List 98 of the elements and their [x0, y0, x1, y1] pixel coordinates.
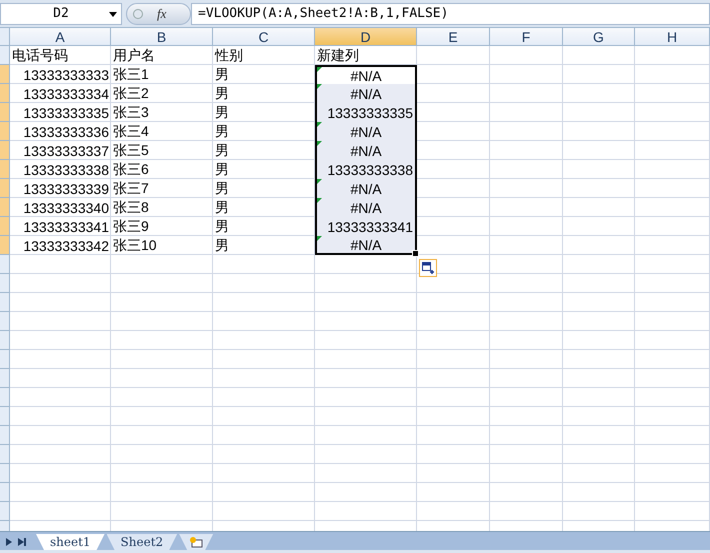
table-cell: #N/A — [315, 84, 417, 103]
table-cell-text: 13333333339 — [22, 180, 110, 198]
select-all-corner[interactable] — [0, 28, 10, 46]
table-cell-text: 13333333335 — [22, 104, 110, 122]
sheet-tab[interactable]: sheet1 — [36, 534, 105, 550]
column-header[interactable]: F — [490, 28, 563, 46]
table-cell-text: 男 — [214, 217, 230, 236]
error-indicator-icon — [317, 122, 322, 127]
autofill-icon — [422, 262, 434, 274]
row-header[interactable] — [0, 274, 10, 293]
row-header[interactable] — [0, 141, 10, 160]
table-cell-text: 张三7 — [112, 179, 150, 198]
error-indicator-icon — [317, 67, 322, 72]
row-header[interactable] — [0, 198, 10, 217]
row-header[interactable] — [0, 426, 10, 445]
row-header[interactable] — [0, 388, 10, 407]
error-indicator-icon — [317, 179, 322, 184]
table-cell-text: 电话号码 — [11, 46, 69, 64]
table-cell-text: 13333333334 — [22, 84, 110, 103]
error-indicator-icon — [317, 141, 322, 146]
row-header[interactable] — [0, 122, 10, 141]
last-sheet-icon[interactable] — [18, 538, 26, 546]
new-sheet-icon — [189, 536, 204, 548]
table-cell: #N/A — [315, 65, 417, 84]
table-cell: 13333333338 — [315, 160, 417, 179]
table-cell-text: 男 — [214, 236, 230, 254]
row-header[interactable] — [0, 255, 10, 274]
table-cell: 13333333341 — [315, 217, 417, 236]
table-cell-text: 男 — [214, 122, 230, 140]
dropdown-icon[interactable] — [109, 12, 117, 16]
row-header[interactable] — [0, 46, 10, 65]
table-cell-text: 新建列 — [316, 46, 360, 64]
table-cell-text: 13333333336 — [22, 122, 110, 141]
insert-function-button[interactable]: fx — [157, 6, 166, 22]
row-header[interactable] — [0, 293, 10, 312]
row-header[interactable] — [0, 179, 10, 198]
row-header[interactable] — [0, 369, 10, 388]
table-cell-text: 13333333342 — [22, 236, 110, 255]
table-cell-text: 张三2 — [112, 84, 150, 102]
circle-knob-icon — [133, 8, 143, 18]
row-header[interactable] — [0, 464, 10, 483]
table-cell-text: 性别 — [214, 46, 244, 64]
row-header[interactable] — [0, 236, 10, 255]
row-header[interactable] — [0, 331, 10, 350]
table-cell-text: 男 — [214, 179, 230, 198]
sheet-tab[interactable]: Sheet2 — [106, 534, 178, 550]
column-header[interactable]: B — [111, 28, 213, 46]
row-header[interactable] — [0, 103, 10, 122]
error-indicator-icon — [317, 236, 322, 241]
column-header[interactable]: A — [10, 28, 111, 46]
fill-handle[interactable] — [412, 250, 419, 257]
table-cell: #N/A — [315, 122, 417, 141]
table-cell-text: 男 — [214, 160, 230, 178]
row-header[interactable] — [0, 445, 10, 464]
table-cell: 13333333335 — [315, 103, 417, 122]
table-cell-text: 张三3 — [112, 103, 150, 122]
table-cell-text: 张三4 — [112, 122, 150, 140]
table-cell-text: 张三10 — [112, 236, 158, 254]
error-indicator-icon — [317, 198, 322, 203]
table-cell-text: 男 — [214, 141, 230, 160]
table-cell: #N/A — [315, 198, 417, 217]
column-header[interactable]: G — [563, 28, 635, 46]
row-header[interactable] — [0, 160, 10, 179]
row-header[interactable] — [0, 312, 10, 331]
table-cell-text: 13333333341 — [22, 218, 110, 236]
table-cell-text: 13333333340 — [22, 198, 110, 217]
table-cell-text: 13333333338 — [22, 160, 110, 179]
formula-field[interactable]: =VLOOKUP(A:A,Sheet2!A:B,1,FALSE) — [191, 2, 710, 24]
column-header[interactable]: E — [417, 28, 490, 46]
table-cell-text: 张三8 — [112, 198, 150, 216]
table-cell-text: 男 — [214, 103, 230, 122]
table-cell-text: 13333333337 — [22, 142, 110, 160]
table-cell-text: 张三6 — [112, 160, 150, 178]
table-cell: #N/A — [315, 236, 417, 255]
row-header[interactable] — [0, 350, 10, 369]
table-cell-text: 男 — [214, 84, 230, 102]
table-cell: #N/A — [315, 141, 417, 160]
row-header[interactable] — [0, 407, 10, 426]
table-cell-text: 张三9 — [112, 217, 150, 236]
row-header[interactable] — [0, 65, 10, 84]
column-header[interactable]: H — [635, 28, 710, 46]
table-cell-text: 男 — [214, 198, 230, 216]
row-header[interactable] — [0, 84, 10, 103]
column-header[interactable]: D — [315, 28, 417, 46]
table-cell-text: 张三1 — [112, 65, 150, 84]
name-box[interactable]: D2 — [0, 2, 122, 24]
table-cell-text: 男 — [214, 65, 230, 84]
row-header[interactable] — [0, 483, 10, 502]
autofill-options-button[interactable] — [419, 259, 437, 277]
column-header[interactable]: C — [213, 28, 315, 46]
table-cell-text: 13333333333 — [22, 66, 110, 84]
row-header[interactable] — [0, 502, 10, 521]
error-indicator-icon — [317, 84, 322, 89]
row-header[interactable] — [0, 217, 10, 236]
table-cell-text: 用户名 — [112, 46, 156, 64]
table-cell: #N/A — [315, 179, 417, 198]
next-sheet-icon[interactable] — [6, 538, 12, 546]
table-cell-text: 张三5 — [112, 141, 150, 160]
